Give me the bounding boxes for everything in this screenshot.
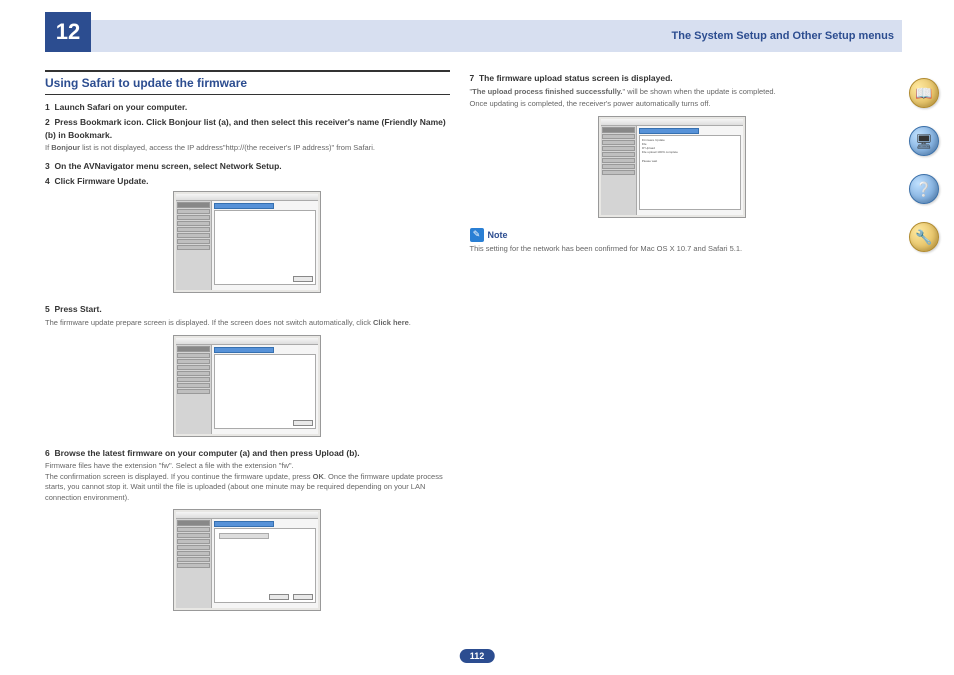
step-1: 1 Launch Safari on your computer. xyxy=(45,101,450,114)
side-icons: 📖 🖥 ❔ 🔧 xyxy=(909,78,939,252)
step-7-desc: "The upload process finished successfull… xyxy=(470,87,875,98)
screenshot-upload xyxy=(173,509,321,611)
step-7-desc2: Once updating is completed, the receiver… xyxy=(470,99,875,110)
question-icon[interactable]: ❔ xyxy=(909,174,939,204)
content: Using Safari to update the firmware 1 La… xyxy=(45,70,874,621)
book-icon[interactable]: 📖 xyxy=(909,78,939,108)
left-column: Using Safari to update the firmware 1 La… xyxy=(45,70,450,621)
step-3: 3 On the AVNavigator menu screen, select… xyxy=(45,160,450,173)
step-5: 5 Press Start. xyxy=(45,303,450,316)
section-title: Using Safari to update the firmware xyxy=(45,70,450,95)
header-title: The System Setup and Other Setup menus xyxy=(672,30,895,42)
header-bar: The System Setup and Other Setup menus xyxy=(45,20,902,52)
screenshot-press-start xyxy=(173,335,321,437)
computer-icon[interactable]: 🖥 xyxy=(909,126,939,156)
note-heading: ✎ Note xyxy=(470,228,875,242)
note-text: This setting for the network has been co… xyxy=(470,244,875,255)
chapter-number: 12 xyxy=(45,12,91,52)
note-icon: ✎ xyxy=(470,228,484,242)
page-number: 112 xyxy=(460,649,495,663)
right-column: 7 The firmware upload status screen is d… xyxy=(470,70,875,621)
note-label: Note xyxy=(488,230,508,240)
step-4: 4 Click Firmware Update. xyxy=(45,175,450,188)
step-5-desc: The firmware update prepare screen is di… xyxy=(45,318,450,329)
screenshot-upload-status: Firmware UpdateFileIP UploadFile upload … xyxy=(598,116,746,218)
step-6-desc: Firmware files have the extension "fw". … xyxy=(45,461,450,503)
screenshot-firmware-update xyxy=(173,191,321,293)
step-2-desc: If Bonjour list is not displayed, access… xyxy=(45,143,450,154)
step-6: 6 Browse the latest firmware on your com… xyxy=(45,447,450,460)
step-2: 2 Press Bookmark icon. Click Bonjour lis… xyxy=(45,116,450,142)
tools-icon[interactable]: 🔧 xyxy=(909,222,939,252)
step-7: 7 The firmware upload status screen is d… xyxy=(470,72,875,85)
